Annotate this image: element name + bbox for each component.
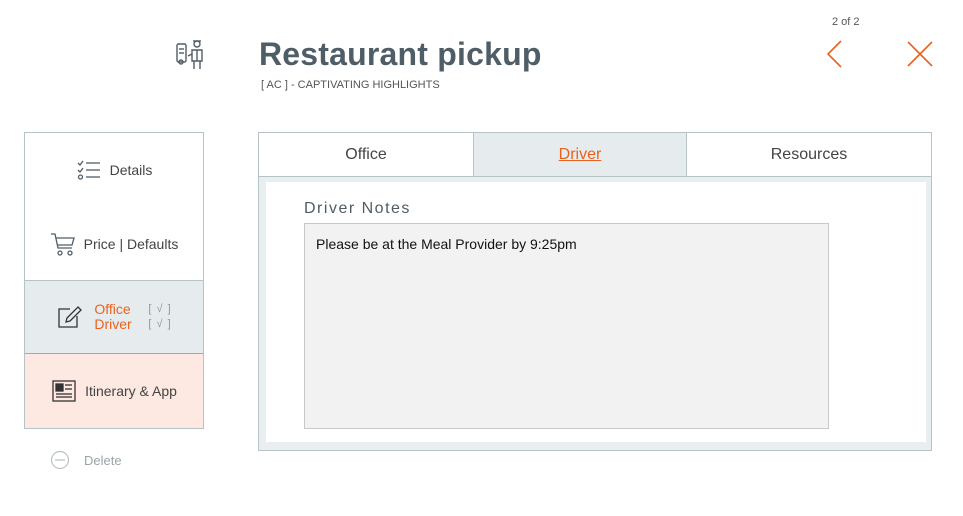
cart-icon bbox=[50, 232, 75, 256]
close-icon bbox=[907, 41, 933, 67]
previous-button[interactable] bbox=[823, 38, 847, 70]
check-icon: [ √ ] bbox=[148, 318, 172, 330]
tab-bar: Office Driver Resources bbox=[259, 133, 931, 177]
newspaper-icon bbox=[52, 380, 76, 402]
minus-circle-icon bbox=[50, 450, 70, 470]
edit-icon bbox=[58, 306, 83, 328]
tab-content: Driver Notes Please be at the Meal Provi… bbox=[266, 182, 926, 442]
delete-label: Delete bbox=[84, 452, 122, 468]
check-icon: [ √ ] bbox=[148, 303, 172, 315]
tab-office[interactable]: Office bbox=[259, 133, 474, 176]
driver-notes-label: Driver Notes bbox=[304, 200, 411, 217]
sidebar-item-label: Itinerary & App bbox=[85, 383, 177, 399]
sidebar-item-details[interactable]: Details bbox=[25, 133, 203, 207]
driver-notes-field[interactable]: Please be at the Meal Provider by 9:25pm bbox=[304, 223, 829, 429]
sidebar-item-office-driver[interactable]: Office [ √ ] Driver [ √ ] bbox=[25, 281, 203, 354]
sidebar-item-itinerary[interactable]: Itinerary & App bbox=[25, 354, 203, 428]
sidebar: Details Price | Defaults Office [ √ ] Dr… bbox=[24, 132, 204, 429]
checklist-icon bbox=[77, 160, 100, 180]
office-driver-status: Office [ √ ] Driver [ √ ] bbox=[94, 302, 171, 332]
page-subtitle: [ AC ] - CAPTIVATING HIGHLIGHTS bbox=[261, 79, 440, 91]
sidebar-item-label: Price | Defaults bbox=[83, 235, 179, 252]
page-title: Restaurant pickup bbox=[259, 36, 542, 72]
chevron-left-icon bbox=[826, 40, 842, 68]
close-button[interactable] bbox=[904, 38, 936, 70]
sidebar-item-price-defaults[interactable]: Price | Defaults bbox=[25, 207, 203, 281]
driver-icon bbox=[174, 38, 208, 72]
sidebar-item-label-office: Office bbox=[94, 301, 131, 317]
page-counter: 2 of 2 bbox=[832, 16, 860, 28]
delete-button[interactable]: Delete bbox=[50, 450, 122, 470]
tab-driver[interactable]: Driver bbox=[474, 133, 687, 176]
tab-resources[interactable]: Resources bbox=[687, 133, 931, 176]
content-panel: Office Driver Resources Driver Notes Ple… bbox=[258, 132, 932, 451]
sidebar-item-label: Details bbox=[109, 162, 153, 178]
sidebar-item-label-driver: Driver bbox=[94, 316, 132, 332]
